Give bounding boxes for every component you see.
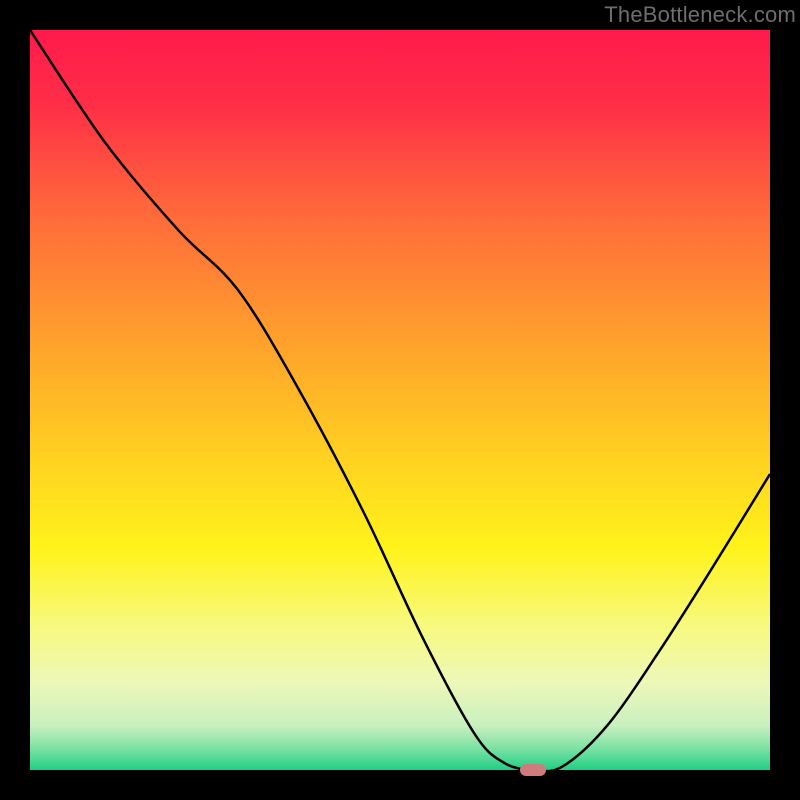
chart-frame: TheBottleneck.com	[0, 0, 800, 800]
watermark-text: TheBottleneck.com	[604, 2, 796, 28]
min-marker	[520, 764, 546, 776]
curve-line	[30, 30, 770, 770]
plot-area	[30, 30, 770, 770]
